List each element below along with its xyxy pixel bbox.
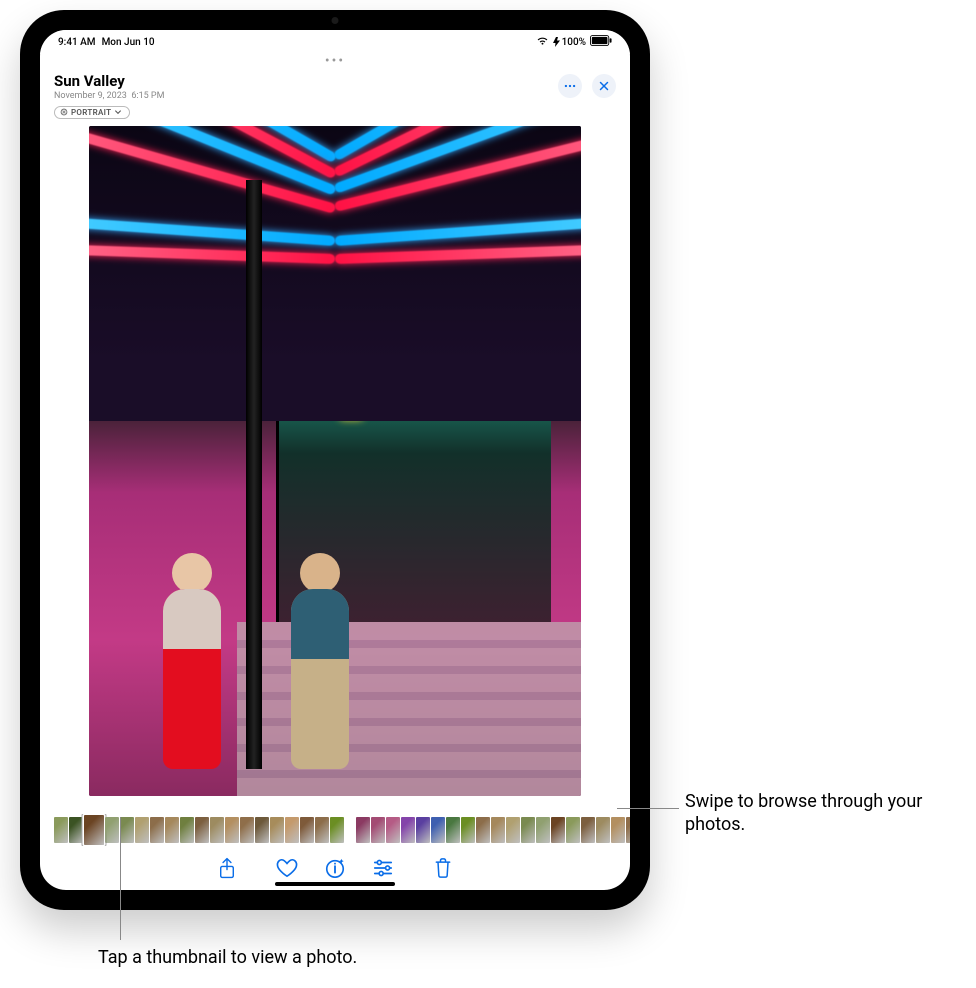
thumbnail[interactable] [401,817,415,843]
thumbnail[interactable] [356,817,370,843]
thumbnail[interactable] [315,817,329,843]
callout-leader [617,808,679,809]
thumbnail[interactable] [285,817,299,843]
ipad-device-frame: 9:41 AM Mon Jun 10 100% ••• Sun Valley [20,10,650,910]
status-date: Mon Jun 10 [102,37,155,48]
thumbnail[interactable] [491,817,505,843]
thumbnail[interactable] [330,817,344,843]
multitask-dots-icon[interactable]: ••• [40,54,630,68]
share-button[interactable] [214,855,240,881]
aperture-icon [60,108,68,116]
trash-icon [433,857,453,879]
thumbnail[interactable] [150,817,164,843]
thumbnail[interactable] [581,817,595,843]
charging-icon [553,37,560,47]
main-photo-viewport[interactable]: BURGERS HOTDOGS FRIES [40,126,630,810]
thumbnail[interactable] [84,815,104,845]
share-icon [217,857,237,879]
front-camera [332,17,339,24]
battery-icon [590,35,612,49]
thumbnail[interactable] [180,817,194,843]
thumbnail[interactable] [476,817,490,843]
thumbnail[interactable] [69,817,83,843]
favorite-button[interactable] [274,855,300,881]
thumbnail[interactable] [506,817,520,843]
thumbnail[interactable] [165,817,179,843]
chevron-down-icon [114,108,122,116]
thumbnail[interactable] [521,817,535,843]
thumbnail[interactable] [120,817,134,843]
thumbnail[interactable] [240,817,254,843]
thumbnail[interactable] [596,817,610,843]
thumbnail[interactable] [300,817,314,843]
thumbnail[interactable] [626,817,630,843]
thumbnail[interactable] [461,817,475,843]
heart-icon [276,858,298,878]
callout-leader [120,817,121,940]
close-icon [598,80,610,92]
thumbnail[interactable] [551,817,565,843]
thumbnail[interactable] [371,817,385,843]
delete-button[interactable] [430,855,456,881]
thumbnail[interactable] [135,817,149,843]
photo-datetime: November 9, 2023 6:15 PM [54,91,164,101]
thumbnail[interactable] [416,817,430,843]
sliders-icon [372,858,394,878]
thumbnail[interactable] [225,817,239,843]
thumbnail[interactable] [105,817,119,843]
thumbnail[interactable] [54,817,68,843]
thumbnail[interactable] [195,817,209,843]
info-sparkle-icon [324,857,346,879]
portrait-badge-label: PORTRAIT [71,108,111,117]
thumbnail[interactable] [270,817,284,843]
status-battery-pct: 100% [562,37,586,48]
thumbnail[interactable] [386,817,400,843]
wifi-icon [536,36,549,49]
photo-header: Sun Valley November 9, 2023 6:15 PM PORT… [40,68,630,126]
status-bar: 9:41 AM Mon Jun 10 100% [40,30,630,54]
album-title: Sun Valley [54,72,164,90]
ellipsis-icon [563,79,577,93]
thumbnail[interactable] [566,817,580,843]
callout-tap: Tap a thumbnail to view a photo. [98,946,498,969]
edit-button[interactable] [370,855,396,881]
callout-swipe: Swipe to browse through your photos. [685,790,955,837]
home-indicator[interactable] [275,882,395,886]
portrait-mode-badge[interactable]: PORTRAIT [54,106,130,119]
status-time: 9:41 AM [58,37,96,48]
thumbnail[interactable] [255,817,269,843]
close-button[interactable] [592,74,616,98]
thumbnail[interactable] [431,817,445,843]
ipad-screen: 9:41 AM Mon Jun 10 100% ••• Sun Valley [40,30,630,890]
main-photo[interactable]: BURGERS HOTDOGS FRIES [89,126,581,796]
more-button[interactable] [558,74,582,98]
thumbnail[interactable] [446,817,460,843]
thumbnail-strip[interactable] [40,814,630,846]
thumbnail[interactable] [611,817,625,843]
info-button[interactable] [322,855,348,881]
thumbnail[interactable] [210,817,224,843]
thumbnail[interactable] [536,817,550,843]
